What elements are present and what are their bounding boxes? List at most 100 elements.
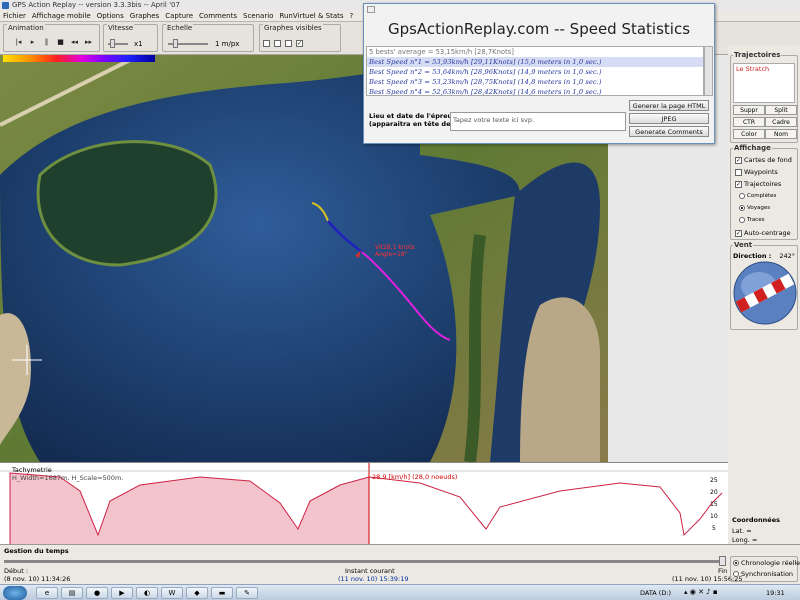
cartes-de-fond-option[interactable]: ✓ Cartes de fond [735,156,792,165]
completes-label: Complètes [747,193,777,199]
graph-checkbox-4[interactable]: ✓ [296,39,303,47]
menu-options[interactable]: Options [94,11,127,22]
vitesse-value: x1 [134,40,143,48]
pause-icon[interactable]: ∥ [42,38,51,46]
menu-capture[interactable]: Capture [162,11,196,22]
play-icon[interactable]: ▸ [28,38,37,46]
stats-row[interactable]: Best Speed n°3 = 53,23km/h [28,75Knots] … [367,77,703,87]
stats-average-row[interactable]: 5 bests' average = 53,15km/h [28,7Knots] [367,47,703,57]
dialog-title-bar: GpsActionReplay.com -- Speed Statistics [364,4,714,44]
graph-checkbox-1[interactable] [263,39,270,47]
taskbar-app-media-icon[interactable]: ▶ [111,587,133,599]
fast-backward-icon[interactable]: ◂◂ [70,38,79,46]
menu-affichage-mobile[interactable]: Affichage mobile [29,11,94,22]
graph-checkbox-3[interactable] [285,39,292,47]
waypoints-option[interactable]: Waypoints [735,168,778,177]
menu-comments[interactable]: Comments [196,11,240,22]
vitesse-slider-thumb[interactable] [110,39,115,48]
trajectoire-list-item[interactable]: Le Stratch [733,63,795,103]
stats-row[interactable]: Best Speed n°4 = 52,63km/h [28,42Knots] … [367,87,703,95]
chronologie-option[interactable]: Chronologie réelle [733,559,800,568]
menu-scenario[interactable]: Scenario [240,11,276,22]
stats-list-scrollbar[interactable] [704,46,713,96]
taskbar-app-word-icon[interactable]: W [161,587,183,599]
suppr-button[interactable]: Suppr [733,105,765,115]
taskbar-app-firefox-icon[interactable]: ● [86,587,108,599]
voyages-option[interactable]: Voyages [735,204,770,213]
nom-button[interactable]: Nom [765,129,797,139]
taskbar: e ▤ ● ▶ ◐ W ◆ ▬ ✎ DATA (D:) ▴ ◉ ✕ ♪ ▪ 19… [0,584,800,600]
affichage-label: Affichage [733,144,772,152]
rewind-start-icon[interactable]: |◂ [14,38,23,46]
graph-checkbox-2[interactable] [274,39,281,47]
profile-cursor-label: 28,9 [km/h] (28,0 noeuds) [372,473,458,481]
animation-label: Animation [7,24,45,32]
fast-forward-icon[interactable]: ▸▸ [84,38,93,46]
speed-profile-graph[interactable]: Tachymetrie H_Width=1687m, H_Scale=500m.… [0,462,728,546]
vitesse-group: Vitesse x1 [103,24,158,52]
taskbar-app-gps-icon[interactable]: ◐ [136,587,158,599]
synchronisation-label: Synchronisation [741,570,794,578]
waypoints-label: Waypoints [744,168,778,176]
ctr-button[interactable]: CTR [733,117,765,127]
echelle-value: 1 m/px [215,40,240,48]
lieu-date-input[interactable]: Tapez votre texte ici svp. [450,112,626,131]
jpeg-button[interactable]: JPEG [629,113,709,124]
track-angle-label: Angle=18° [375,251,408,258]
graphes-visibles-group: Graphes visibles ✓ [259,24,341,52]
y-tick-5: 5 [712,525,716,532]
graphes-visibles-label: Graphes visibles [263,24,323,32]
echelle-slider-thumb[interactable] [173,39,178,48]
cartes-de-fond-checkbox[interactable]: ✓ [735,156,742,164]
completes-option[interactable]: Complètes [735,192,776,201]
synchronisation-radio[interactable] [733,571,739,577]
taskbar-app-editor-icon[interactable]: ✎ [236,587,258,599]
auto-centrage-option[interactable]: ✓ Auto-centrage [735,229,791,238]
stats-row[interactable]: Best Speed n°1 = 53,93km/h [29,11Knots] … [367,57,703,67]
taskbar-app-explorer-icon[interactable]: ▤ [61,587,83,599]
traces-radio[interactable] [739,216,745,223]
menu-graphes[interactable]: Graphes [127,11,162,22]
echelle-group: Echelle 1 m/px [162,24,254,52]
timeline-track[interactable] [4,560,726,563]
split-button[interactable]: Split [765,105,797,115]
coordinates-label: Coordonnées [732,516,780,524]
chronologie-radio[interactable] [733,560,739,566]
y-tick-25: 25 [710,477,718,484]
trajectoires-checkbox[interactable]: ✓ [735,180,742,188]
dialog-title: GpsActionReplay.com -- Speed Statistics [387,20,691,38]
stop-icon[interactable]: ■ [56,38,65,46]
traces-option[interactable]: Traces [735,216,764,225]
tray-icons: ▴ ◉ ✕ ♪ ▪ [684,588,718,596]
start-button[interactable] [3,586,27,600]
vent-panel: Vent Direction : 242° [730,241,798,330]
dialog-menu-icon[interactable] [367,6,375,13]
synchronisation-option[interactable]: Synchronisation [733,570,793,579]
trajectoires-option[interactable]: ✓ Trajectoires [735,180,781,189]
taskbar-app-terminal-icon[interactable]: ▬ [211,587,233,599]
auto-centrage-checkbox[interactable]: ✓ [735,229,742,237]
echelle-label: Echelle [166,24,194,32]
stats-row[interactable]: Best Speed n°2 = 53,64km/h [28,96Knots] … [367,67,703,77]
voyages-radio[interactable] [739,204,745,211]
longitude-label: Long. = [732,536,758,544]
cadre-button[interactable]: Cadre [765,117,797,127]
color-button[interactable]: Color [733,129,765,139]
taskbar-app-ie-icon[interactable]: e [36,587,58,599]
chronologie-label: Chronologie réelle [741,559,800,567]
generate-comments-button[interactable]: Generate Comments [629,126,709,137]
speed-stats-list[interactable]: 5 bests' average = 53,15km/h [28,7Knots]… [366,46,704,96]
clock: 19:31 [766,589,785,597]
menu-help[interactable]: ? [347,11,357,22]
menu-fichier[interactable]: Fichier [0,11,29,22]
completes-radio[interactable] [739,192,745,199]
timeline-thumb[interactable] [719,556,726,566]
generate-html-button[interactable]: Generer la page HTML [629,100,709,111]
taskbar-app-java-icon[interactable]: ◆ [186,587,208,599]
menu-runvirtuel[interactable]: RunVirtuel & Stats [276,11,346,22]
profile-info: H_Width=1687m, H_Scale=500m. [12,474,124,482]
waypoints-checkbox[interactable] [735,168,742,176]
speed-statistics-dialog: GpsActionReplay.com -- Speed Statistics … [363,3,715,144]
y-tick-20: 20 [710,489,718,496]
track-speed-label: Vit28,1 knots [375,244,415,251]
